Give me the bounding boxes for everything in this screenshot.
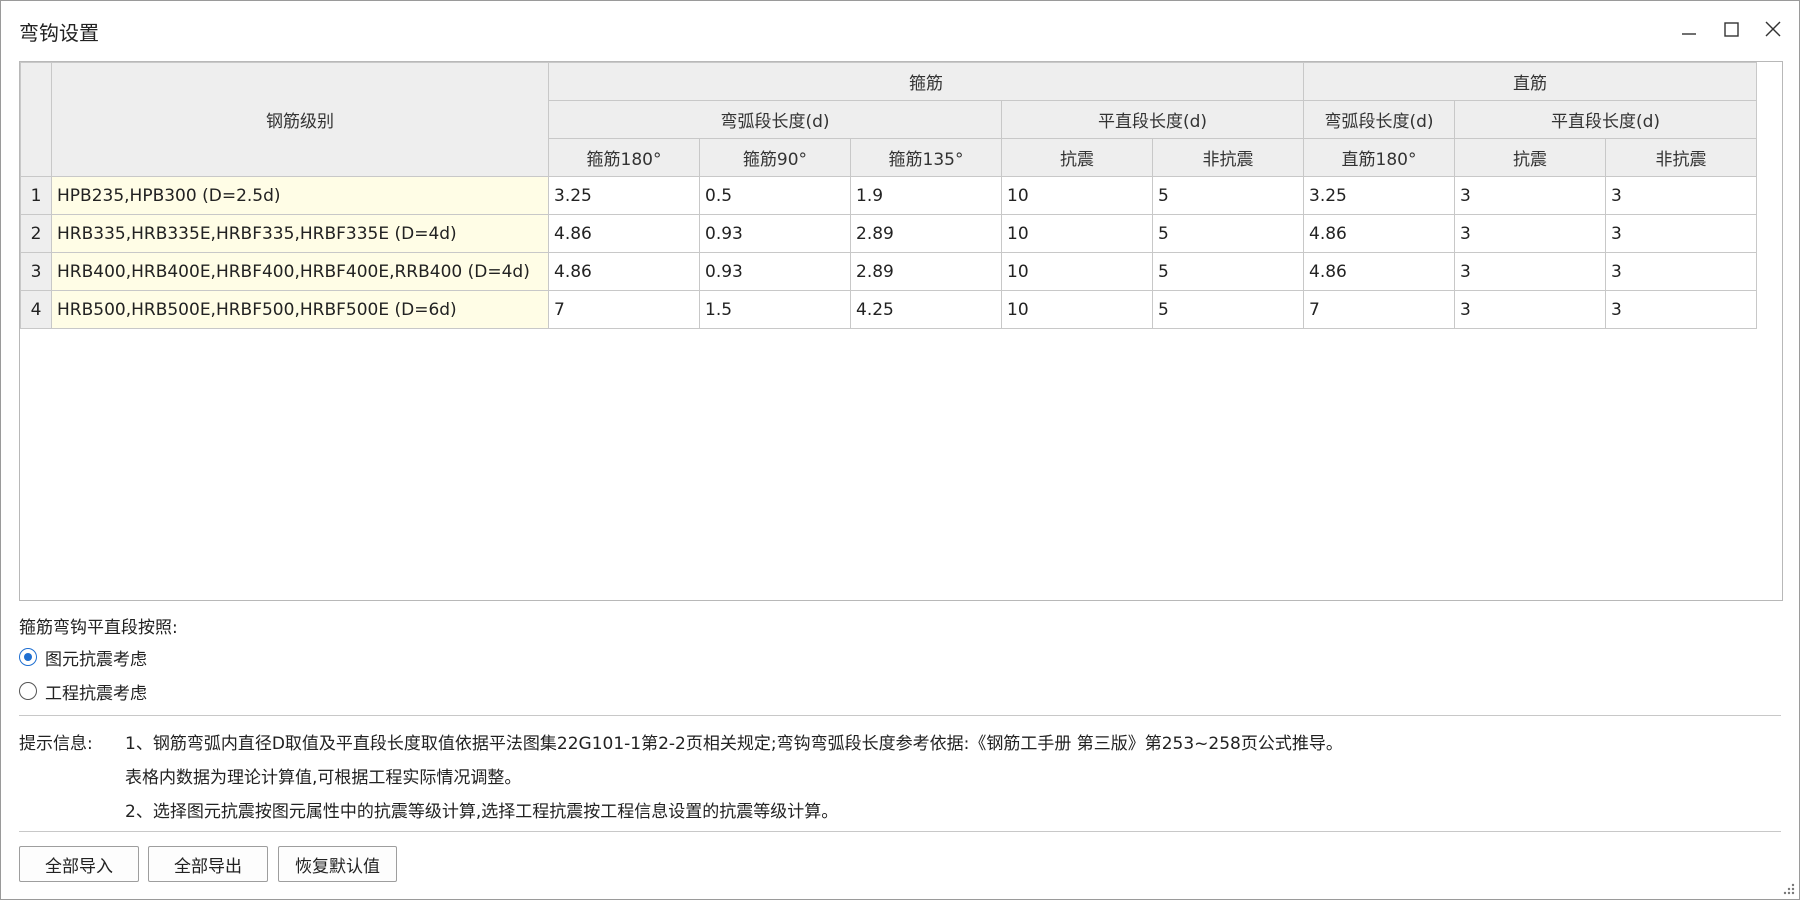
value-cell[interactable]: 5 — [1152, 176, 1304, 215]
value-cell[interactable]: 0.93 — [699, 214, 851, 253]
value-cell[interactable]: 10 — [1001, 214, 1153, 253]
table-row[interactable]: 2 HRB335,HRB335E,HRBF335,HRBF335E (D=4d)… — [20, 214, 1757, 253]
header-col-straight-180[interactable]: 直筋180° — [1303, 138, 1455, 177]
tips-label: 提示信息: — [19, 734, 93, 754]
value-cell[interactable]: 3.25 — [1303, 176, 1455, 215]
close-icon — [1765, 21, 1781, 37]
value-cell[interactable]: 3 — [1454, 176, 1606, 215]
close-button[interactable] — [1755, 13, 1791, 47]
value-cell[interactable]: 1.9 — [850, 176, 1002, 215]
row-number[interactable]: 3 — [20, 252, 52, 291]
value-cell[interactable]: 0.5 — [699, 176, 851, 215]
export-all-button[interactable]: 全部导出 — [148, 846, 268, 882]
radio-unchecked-icon[interactable] — [19, 682, 37, 700]
tip-line-3: 2、选择图元抗震按图元属性中的抗震等级计算,选择工程抗震按工程信息设置的抗震等级… — [125, 802, 839, 822]
row-number[interactable]: 2 — [20, 214, 52, 253]
value-cell[interactable]: 7 — [1303, 290, 1455, 329]
value-cell[interactable]: 5 — [1152, 214, 1304, 253]
value-cell[interactable]: 4.86 — [1303, 252, 1455, 291]
table-row[interactable]: 4 HRB500,HRB500E,HRBF500,HRBF500E (D=6d)… — [20, 290, 1757, 329]
header-straight-flat: 平直段长度(d) — [1454, 100, 1757, 139]
value-cell[interactable]: 3 — [1454, 290, 1606, 329]
value-cell[interactable]: 3 — [1605, 214, 1757, 253]
value-cell[interactable]: 4.86 — [548, 214, 700, 253]
header-col-straight-nonseismic[interactable]: 非抗震 — [1605, 138, 1757, 177]
header-stirrup-flat: 平直段长度(d) — [1001, 100, 1304, 139]
resize-grip-icon[interactable] — [1781, 881, 1795, 895]
value-cell[interactable]: 10 — [1001, 176, 1153, 215]
table-row[interactable]: 3 HRB400,HRB400E,HRBF400,HRBF400E,RRB400… — [20, 252, 1757, 291]
value-cell[interactable]: 5 — [1152, 252, 1304, 291]
header-col-stirrup-nonseismic[interactable]: 非抗震 — [1152, 138, 1304, 177]
value-cell[interactable]: 3 — [1605, 252, 1757, 291]
header-col-stirrup-180[interactable]: 箍筋180° — [548, 138, 700, 177]
radio-element-seismic[interactable]: 图元抗震考虑 — [19, 644, 147, 670]
radio-element-seismic-label: 图元抗震考虑 — [45, 649, 147, 670]
header-col-stirrup-90[interactable]: 箍筋90° — [699, 138, 851, 177]
row-number[interactable]: 4 — [20, 290, 52, 329]
value-cell[interactable]: 1.5 — [699, 290, 851, 329]
grade-cell[interactable]: HRB400,HRB400E,HRBF400,HRBF400E,RRB400 (… — [51, 252, 549, 291]
header-grade: 钢筋级别 — [51, 62, 549, 177]
header-col-stirrup-135[interactable]: 箍筋135° — [850, 138, 1002, 177]
maximize-icon — [1724, 22, 1739, 37]
header-col-straight-seismic[interactable]: 抗震 — [1454, 138, 1606, 177]
value-cell[interactable]: 10 — [1001, 290, 1153, 329]
flat-segment-basis-label: 箍筋弯钩平直段按照: — [19, 618, 178, 638]
hook-settings-dialog: 弯钩设置 钢筋级别 箍筋 直筋 弯弧段长度(d) 平直段长度(d) 弯弧段长度(… — [0, 0, 1800, 900]
tip-line-1: 1、钢筋弯弧内直径D取值及平直段长度取值依据平法图集22G101-1第2-2页相… — [125, 734, 1343, 754]
grade-cell[interactable]: HRB335,HRB335E,HRBF335,HRBF335E (D=4d) — [51, 214, 549, 253]
radio-project-seismic[interactable]: 工程抗震考虑 — [19, 678, 147, 704]
restore-defaults-button[interactable]: 恢复默认值 — [278, 846, 397, 882]
value-cell[interactable]: 3 — [1605, 176, 1757, 215]
row-number[interactable]: 1 — [20, 176, 52, 215]
header-straight-arc: 弯弧段长度(d) — [1303, 100, 1455, 139]
value-cell[interactable]: 4.86 — [548, 252, 700, 291]
value-cell[interactable]: 3 — [1454, 214, 1606, 253]
grade-cell[interactable]: HPB235,HPB300 (D=2.5d) — [51, 176, 549, 215]
grade-cell[interactable]: HRB500,HRB500E,HRBF500,HRBF500E (D=6d) — [51, 290, 549, 329]
divider — [19, 715, 1781, 716]
hook-settings-grid: 钢筋级别 箍筋 直筋 弯弧段长度(d) 平直段长度(d) 弯弧段长度(d) 平直… — [19, 61, 1783, 601]
hook-table: 钢筋级别 箍筋 直筋 弯弧段长度(d) 平直段长度(d) 弯弧段长度(d) 平直… — [20, 62, 1757, 329]
header-straight-group: 直筋 — [1303, 62, 1757, 101]
import-all-button[interactable]: 全部导入 — [19, 846, 139, 882]
header-col-stirrup-seismic[interactable]: 抗震 — [1001, 138, 1153, 177]
radio-project-seismic-label: 工程抗震考虑 — [45, 683, 147, 704]
minimize-button[interactable] — [1671, 13, 1707, 47]
minimize-icon — [1682, 33, 1696, 35]
value-cell[interactable]: 2.89 — [850, 214, 1002, 253]
value-cell[interactable]: 3 — [1454, 252, 1606, 291]
header-stirrup-group: 箍筋 — [548, 62, 1304, 101]
value-cell[interactable]: 5 — [1152, 290, 1304, 329]
header-stirrup-arc: 弯弧段长度(d) — [548, 100, 1002, 139]
title-bar: 弯钩设置 — [1, 1, 1799, 57]
corner-header — [20, 62, 52, 177]
value-cell[interactable]: 4.25 — [850, 290, 1002, 329]
value-cell[interactable]: 2.89 — [850, 252, 1002, 291]
maximize-button[interactable] — [1713, 13, 1749, 47]
value-cell[interactable]: 4.86 — [1303, 214, 1455, 253]
value-cell[interactable]: 0.93 — [699, 252, 851, 291]
value-cell[interactable]: 7 — [548, 290, 700, 329]
value-cell[interactable]: 3 — [1605, 290, 1757, 329]
radio-checked-icon[interactable] — [19, 648, 37, 666]
window-title: 弯钩设置 — [19, 21, 99, 45]
divider — [19, 831, 1781, 832]
value-cell[interactable]: 10 — [1001, 252, 1153, 291]
tip-line-2: 表格内数据为理论计算值,可根据工程实际情况调整。 — [125, 768, 522, 788]
table-row[interactable]: 1 HPB235,HPB300 (D=2.5d) 3.25 0.5 1.9 10… — [20, 176, 1757, 215]
value-cell[interactable]: 3.25 — [548, 176, 700, 215]
